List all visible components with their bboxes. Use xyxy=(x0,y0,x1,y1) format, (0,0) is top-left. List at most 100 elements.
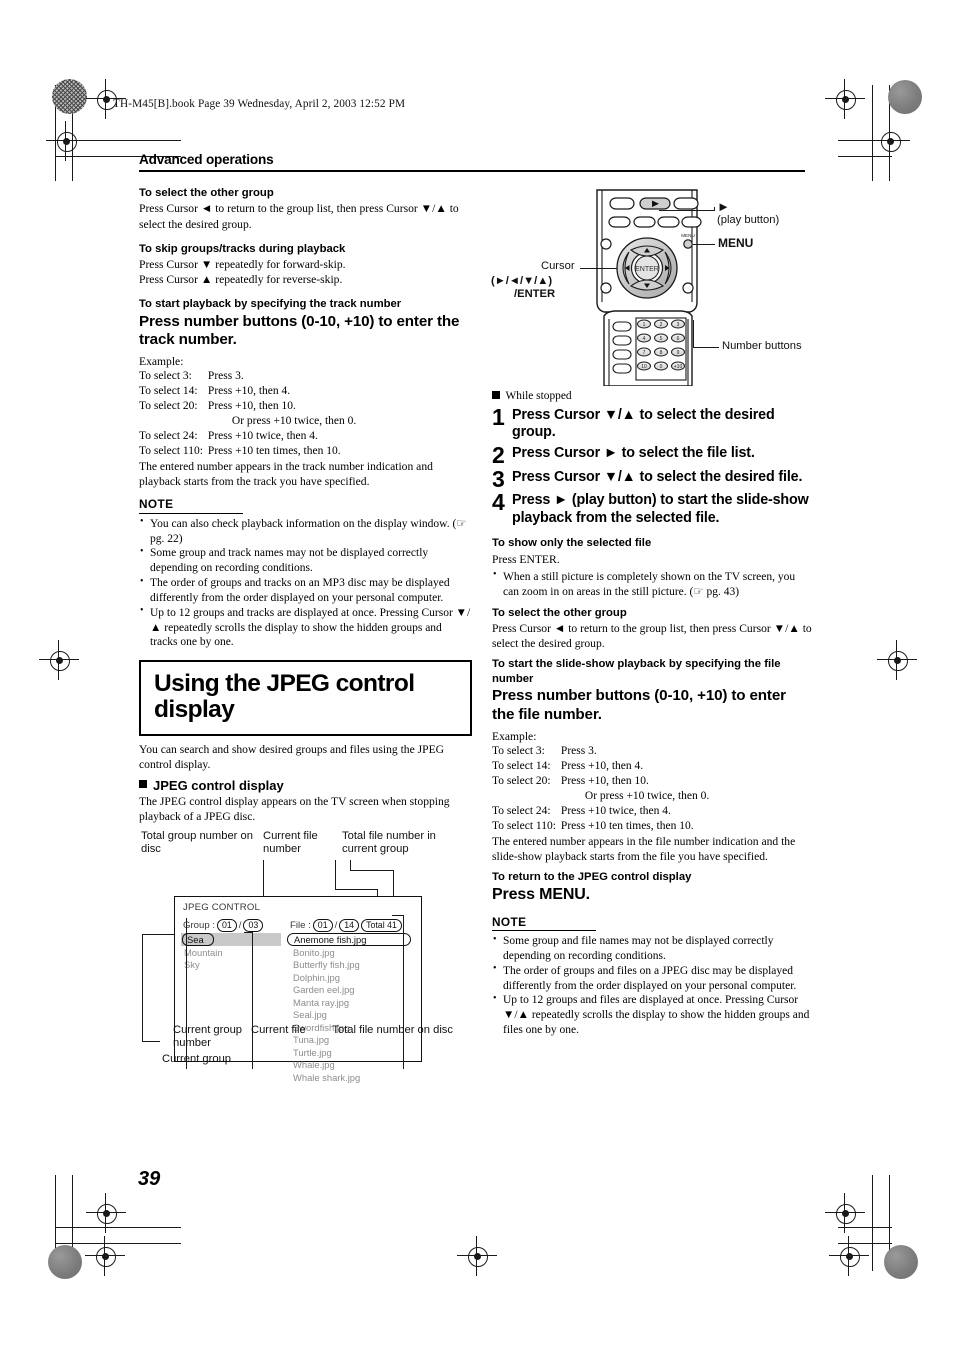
step-item: 4 Press ► (play button) to start the sli… xyxy=(492,489,812,527)
label-menu: MENU xyxy=(718,236,754,250)
example-value: Press +10 twice, then 4. xyxy=(560,804,671,817)
example-key: To select 110: xyxy=(492,819,556,832)
heading-return-to-jpeg-control: To return to the JPEG control display xyxy=(492,870,692,883)
text-select-other-group-right: Press Cursor ◄ to return to the group li… xyxy=(492,622,812,651)
heading-start-playback-track: To start playback by specifying the trac… xyxy=(139,298,402,311)
example-value: Press 3. xyxy=(207,370,244,383)
callout-total-group-number: Total group number on disc xyxy=(141,829,253,856)
example-value: Press +10, then 4. xyxy=(207,385,291,398)
label-cursor-enter: /ENTER xyxy=(514,288,556,300)
file-list-item: Dolphin.jpg xyxy=(293,971,340,983)
right-column: While stopped 1 Press Cursor ▼/▲ to sele… xyxy=(492,390,812,1038)
example-key xyxy=(139,414,208,429)
group-indicator: Group : 01 / 03 xyxy=(183,918,264,933)
registration-mark xyxy=(85,1236,125,1276)
chapter-title-box: Using the JPEG control display xyxy=(139,660,472,736)
file-indicator: File : 01 / 14 Total 41 xyxy=(290,918,402,933)
step-text: Press Cursor ▼/▲ to select the desired g… xyxy=(512,407,775,441)
heading-jpeg-control-display: JPEG control display xyxy=(139,778,472,793)
example-key: To select 14: xyxy=(139,385,198,398)
square-bullet-icon xyxy=(492,391,500,399)
registration-mark xyxy=(825,1193,865,1233)
group-list-item: Sky xyxy=(184,959,200,971)
callout-total-file-on-disc: Total file number on disc xyxy=(332,1023,453,1036)
while-stopped-label: While stopped xyxy=(505,390,572,402)
file-total-value: Total 41 xyxy=(361,918,402,933)
group-separator: / xyxy=(238,920,242,932)
callout-current-group: Current group xyxy=(162,1052,232,1065)
chapter-title: Using the JPEG control display xyxy=(154,670,415,724)
text-entered-number-file: The entered number appears in the file n… xyxy=(492,834,796,863)
heading-select-other-group-right: To select the other group xyxy=(492,606,627,619)
registration-mark xyxy=(829,1236,869,1276)
example-key: To select 3: xyxy=(492,744,545,757)
text-jpeg-control-display: The JPEG control display appears on the … xyxy=(139,794,450,823)
note-block-left: NOTE You can also check playback informa… xyxy=(139,495,472,650)
example-value: Press +10, then 4. xyxy=(560,759,644,772)
callout-current-file-number: Current file number xyxy=(263,829,318,856)
registration-mark xyxy=(86,1193,126,1233)
example-key xyxy=(492,789,561,804)
example-key: To select 20: xyxy=(492,774,551,787)
example-value: Press +10, then 10. xyxy=(560,774,649,787)
text-skip-reverse: Press Cursor ▲ repeatedly for reverse-sk… xyxy=(139,273,343,287)
step-item: 1 Press Cursor ▼/▲ to select the desired… xyxy=(492,406,812,442)
square-bullet-icon xyxy=(139,780,147,789)
label-number-buttons: Number buttons xyxy=(722,340,802,352)
registration-mark xyxy=(870,121,910,161)
keypad-3: 3 xyxy=(677,322,680,328)
registration-mark xyxy=(46,121,86,161)
step-item: 2 Press Cursor ► to select the file list… xyxy=(492,444,812,467)
instruction-press-menu: Press MENU. xyxy=(492,886,590,904)
file-list-item: Turtle.jpg xyxy=(293,1046,332,1058)
example-value: Press +10 ten times, then 10. xyxy=(560,819,694,832)
keypad-9: 9 xyxy=(677,350,680,356)
callout-total-file-in-group: Total file number in current group xyxy=(342,829,436,856)
keypad-6: 6 xyxy=(677,336,680,342)
instruction-press-number-buttons-file: Press number buttons (0-10, +10) to ente… xyxy=(492,687,786,723)
example-value: Press +10 twice, then 4. xyxy=(207,430,318,443)
step-text: Press Cursor ▼/▲ to select the desired f… xyxy=(512,468,803,485)
example-key: To select 110: xyxy=(139,445,203,458)
jpeg-control-display-figure: Total group number on disc Current file … xyxy=(139,829,472,1083)
example-value: Or press +10 twice, then 0. xyxy=(231,415,357,428)
keypad-8: 8 xyxy=(660,350,663,356)
file-list-item: Garden eel.jpg xyxy=(293,984,355,996)
file-list-item: Bonito.jpg xyxy=(293,946,335,958)
label-cursor: Cursor xyxy=(541,260,575,272)
note-item: The order of groups and files on a JPEG … xyxy=(492,963,812,994)
enter-button-label: ENTER xyxy=(635,266,659,273)
note-item: Up to 12 groups and tracks are displayed… xyxy=(139,605,472,650)
example-key: To select 14: xyxy=(492,759,551,772)
text-press-enter: Press ENTER. xyxy=(492,552,560,566)
heading-show-only-selected-file: To show only the selected file xyxy=(492,537,652,550)
file-list-item: Butterfly fish.jpg xyxy=(293,959,360,971)
instruction-press-number-buttons-track: Press number buttons (0-10, +10) to ente… xyxy=(139,312,460,348)
registration-mark-bottom-mid xyxy=(457,1236,497,1276)
heading-start-slideshow-file-number: To start the slide-show playback by spec… xyxy=(492,658,781,685)
example-value: Press +10 ten times, then 10. xyxy=(207,445,341,458)
bullet-zoom-still-picture: When a still picture is completely shown… xyxy=(492,569,812,600)
file-in-group-value: 14 xyxy=(339,918,360,933)
group-list-item: Mountain xyxy=(184,946,223,958)
step-number: 4 xyxy=(492,489,505,516)
remote-control-figure: MENU ENTER 1 2 3 4 5 6 7 8 9 10 0 +10 ► … xyxy=(491,186,817,387)
keypad-plus10: +10 xyxy=(674,364,683,370)
file-separator: / xyxy=(334,920,338,932)
registration-mark-right-mid xyxy=(877,640,917,680)
heading-skip-groups: To skip groups/tracks during playback xyxy=(139,242,346,255)
example-label-file: Example: xyxy=(492,729,537,743)
group-total-value: 03 xyxy=(243,918,264,933)
text-jpeg-intro: You can search and show desired groups a… xyxy=(139,742,445,771)
note-item: The order of groups and tracks on an MP3… xyxy=(139,576,472,606)
text-select-other-group: Press Cursor ◄ to return to the group li… xyxy=(139,202,459,231)
note-item: Some group and file names may not be dis… xyxy=(492,934,812,964)
registration-mark-left-mid xyxy=(39,640,79,680)
step-text: Press ► (play button) to start the slide… xyxy=(512,492,809,526)
example-table-file: To select 3: Press 3. To select 14: Press … xyxy=(492,744,709,834)
label-cursor-directions: (►/◄/▼/▲) xyxy=(491,275,553,287)
file-selected-item: Anemone fish.jpg xyxy=(287,932,411,947)
example-key: To select 24: xyxy=(492,804,551,817)
keypad-5: 5 xyxy=(660,336,663,342)
registration-mark xyxy=(825,79,865,119)
